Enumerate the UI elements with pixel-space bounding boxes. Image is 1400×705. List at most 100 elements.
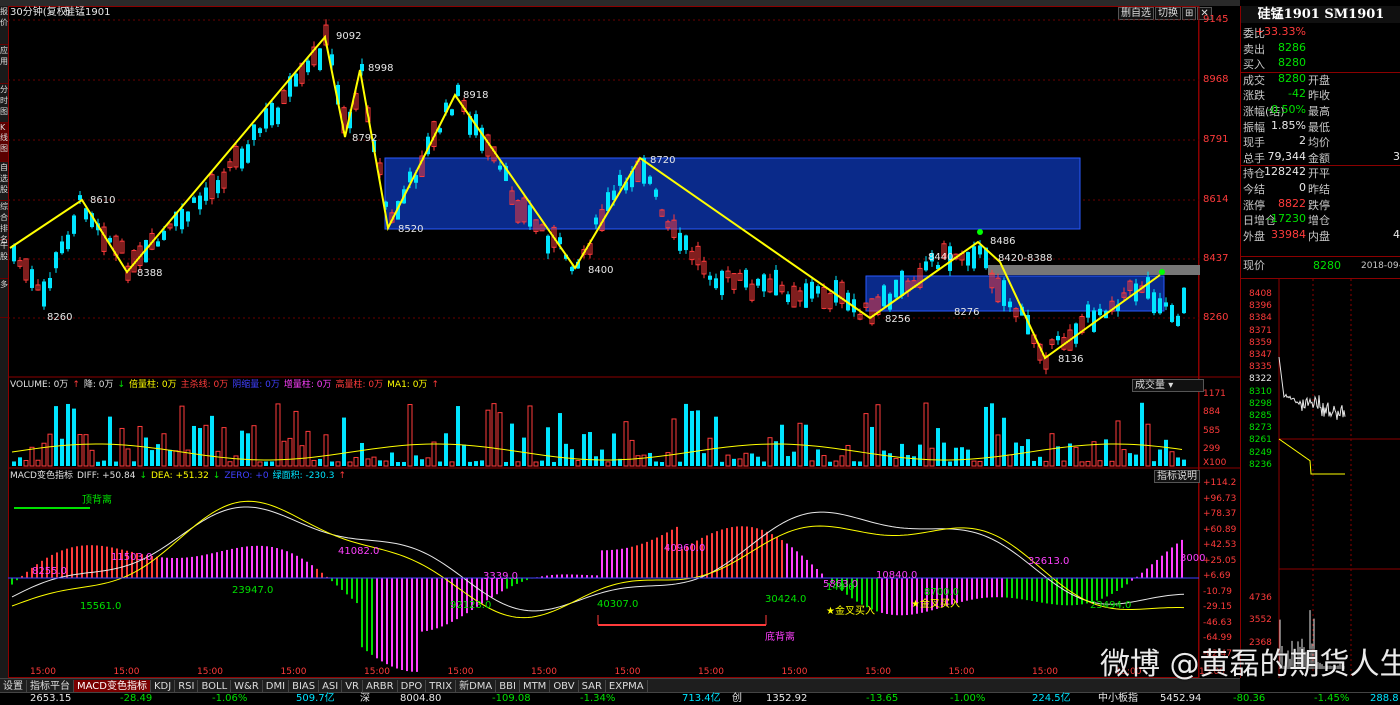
quote-row: 日增仓 -17230 增仓 — [1241, 212, 1400, 228]
quote-value: 8286 — [1278, 40, 1306, 54]
legend-item: ZERO: +0 — [224, 471, 269, 481]
status-value: 深 — [360, 693, 370, 704]
legend-item: 倍量柱: 0万 — [129, 380, 177, 390]
status-value: 1352.92 — [766, 693, 808, 704]
quote-value: 8280 — [1278, 56, 1306, 70]
price-annotation-label: 8918 — [463, 90, 489, 101]
chart-canvas — [8, 6, 1240, 678]
legend-item: ↑ — [72, 380, 80, 390]
mini-price-axis-label: 8371 — [1249, 325, 1272, 336]
mini-price-axis-label: 8359 — [1249, 337, 1272, 348]
status-value: -28.49 — [120, 693, 153, 704]
macd-axis-label: -10.79 — [1203, 586, 1233, 597]
volume-legend: VOLUME: 0万 ↑ 降: 0万 ↓ 倍量柱: 0万 主杀线: 0万 阴缩量: 0万 增量… — [10, 379, 443, 391]
quote-row: 买入 8280 — [1241, 56, 1400, 73]
mini-price-axis-label: 8310 — [1249, 386, 1272, 397]
price-annotation-label: 8420-8388 — [998, 253, 1053, 264]
quote-row: 今结 0 昨结 — [1241, 181, 1400, 197]
time-axis-label: 15:00 — [197, 667, 223, 677]
macd-annotation: 11503.0 — [111, 552, 153, 563]
quote-value: -0.50% — [1267, 103, 1306, 116]
status-value: 2653.15 — [30, 693, 72, 704]
macd-annotation: 23494.0 — [1090, 600, 1132, 611]
mini-price-axis-label: 8285 — [1249, 411, 1272, 421]
status-value: 509.7亿 — [296, 693, 335, 704]
legend-item: DIFF: +50.84 — [76, 471, 136, 481]
quote-label-2: 昨收 — [1308, 89, 1330, 103]
price-band-gray — [988, 265, 1200, 275]
mini-volume-axis-label: 3552 — [1249, 615, 1272, 625]
time-axis-label: 15:00 — [1032, 667, 1058, 677]
price-axis-label: 8437 — [1203, 253, 1229, 264]
macd-annotation: 40307.0 — [597, 599, 639, 610]
mini-price-axis-label: 8261 — [1249, 435, 1272, 446]
quote-value: 128242 — [1264, 165, 1306, 179]
legend-item: 增量柱: 0万 — [283, 380, 332, 390]
time-axis-label: 15:00 — [698, 667, 724, 677]
quote-row: 持仓 128242 开平 — [1241, 165, 1400, 181]
indicator-help-button[interactable]: 指标说明 — [1154, 470, 1200, 483]
legend-item: MA1: 0万 — [387, 380, 428, 390]
quote-value: -42 — [1288, 87, 1306, 101]
indicator-tab-bar: 设置 指标平台 MACD变色指标 KDJ RSI BOLL W&R DMI BIAS ASI VR A… — [0, 678, 1240, 693]
status-value: 713.4亿 — [682, 693, 721, 704]
mini-price-axis-label: 8298 — [1249, 398, 1272, 409]
macd-axis-label: -46.63 — [1203, 617, 1233, 628]
quote-value: 33984 — [1271, 227, 1306, 241]
price-annotation-label: 8276 — [954, 307, 980, 318]
quote-label: 今结 — [1243, 183, 1265, 196]
macd-annotation: 15561.0 — [80, 601, 122, 612]
now-price-value: 8280 — [1313, 259, 1341, 272]
quote-row: 卖出 8286 — [1241, 41, 1400, 57]
macd-annotation: 140.0 — [826, 582, 855, 593]
quote-label-2: 内盘 — [1308, 229, 1330, 243]
index-status-bar: 2653.15 -28.49 -1.06% 509.7亿 深 8004.80 -109.08… — [0, 692, 1400, 705]
quote-row: 涨跌 -42 昨收 — [1241, 87, 1400, 103]
quote-title: 硅锰1901 SM1901 — [1241, 6, 1400, 23]
status-value: 8004.80 — [400, 693, 442, 704]
legend-item: ↑ — [431, 380, 439, 390]
quote-label: 外盘 — [1243, 229, 1265, 243]
time-axis-label: 15:00 — [531, 667, 557, 677]
quote-label: 振幅 — [1243, 120, 1265, 134]
macd-axis-label: +78.37 — [1203, 509, 1237, 519]
weibo-watermark: 微博 @黄磊的期货人生 — [1100, 647, 1400, 682]
time-axis-label: 15:00 — [364, 667, 390, 677]
macd-annotation: 32613.0 — [1028, 556, 1070, 567]
quote-value: 8280 — [1278, 71, 1306, 85]
status-value: -13.65 — [866, 693, 899, 704]
status-value: -1.06% — [212, 693, 248, 704]
quote-row: 外盘 33984 内盘 4 — [1241, 228, 1400, 244]
mini-price-axis-label: 8322 — [1249, 374, 1272, 385]
quote-label-2: 最高 — [1308, 105, 1330, 118]
quote-value-2: 4 — [1393, 227, 1400, 241]
quote-panel: 硅锰1901 SM1901 委比 +33.33% 卖出 8286 买入 8280 成交 828… — [1240, 6, 1400, 678]
price-axis-label: 8614 — [1203, 194, 1229, 205]
status-value: 224.5亿 — [1032, 693, 1071, 704]
status-value: 创 — [732, 693, 742, 704]
volume-indicator-dropdown[interactable]: 成交量 ▾ — [1132, 379, 1204, 392]
legend-item: VOLUME: 0万 — [10, 380, 69, 390]
chevron-down-icon: ▾ — [1168, 380, 1174, 391]
price-axis-label: 8791 — [1203, 134, 1229, 145]
macd-annotation: ★金叉买入 — [826, 606, 875, 617]
macd-annotation: 3339.0 — [483, 571, 518, 582]
macd-axis-label: +114.2 — [1203, 478, 1237, 488]
time-axis-label: 15:00 — [948, 667, 975, 677]
mini-price-axis-label: 8273 — [1249, 423, 1272, 434]
price-annotation-label: 8256 — [885, 314, 911, 325]
status-value: -109.08 — [492, 693, 531, 704]
quote-label-2: 增仓 — [1308, 214, 1330, 228]
price-annotation-label: 8998 — [368, 63, 394, 74]
quote-row: 振幅 1.85% 最低 — [1241, 119, 1400, 135]
quote-label-2: 昨结 — [1308, 183, 1330, 196]
price-annotation-label: 8400 — [588, 265, 614, 276]
status-value: -1.00% — [950, 693, 986, 704]
quote-label: 卖出 — [1243, 42, 1265, 56]
macd-axis-label: -64.99 — [1203, 633, 1233, 643]
quote-row: 成交 8280 开盘 — [1241, 72, 1400, 88]
mini-price-axis-label: 8396 — [1249, 301, 1272, 312]
quote-label-2: 最低 — [1308, 120, 1330, 134]
status-value: -80.36 — [1233, 693, 1266, 704]
legend-item: 绿面积: -230.3 — [272, 471, 335, 481]
